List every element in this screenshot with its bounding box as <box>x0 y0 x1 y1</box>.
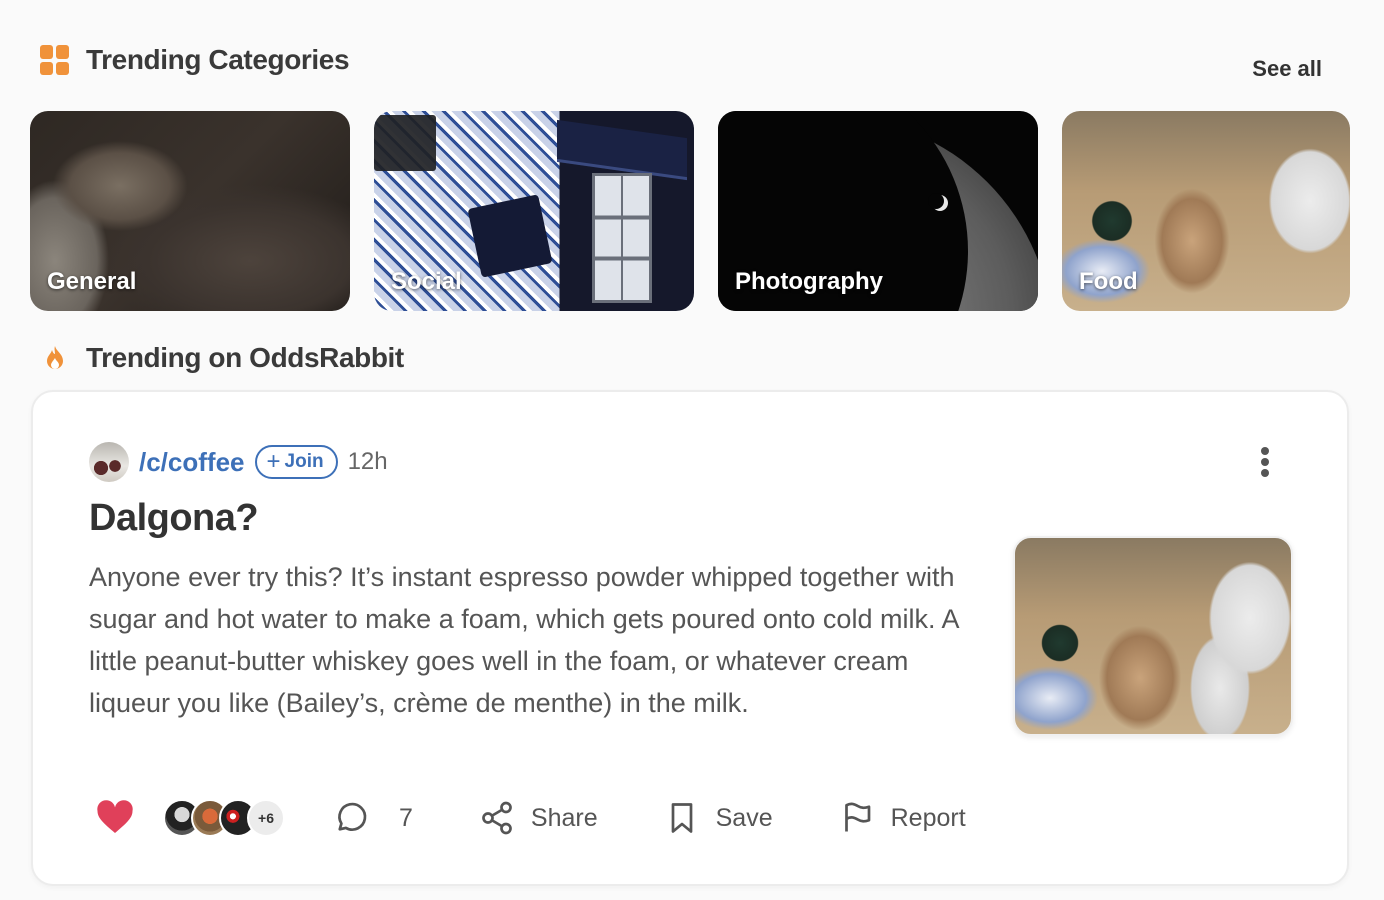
category-card-photography[interactable]: Photography <box>718 111 1038 311</box>
category-label: Photography <box>735 268 883 295</box>
share-button[interactable]: Share <box>479 800 598 836</box>
category-carousel: General Social Photography Food <box>30 111 1350 311</box>
share-icon <box>482 801 512 835</box>
post-card[interactable]: /c/coffee + Join 12h Dalgona? Anyone eve… <box>31 390 1349 886</box>
join-label: Join <box>284 451 324 472</box>
plus-icon: + <box>266 448 281 475</box>
save-label: Save <box>715 803 773 832</box>
post-actions: +6 7 Share Save Report <box>95 796 1032 840</box>
report-button[interactable]: Report <box>839 800 966 836</box>
see-all-link[interactable]: See all <box>1252 56 1322 82</box>
category-card-general[interactable]: General <box>30 111 350 311</box>
community-link[interactable]: /c/coffee <box>139 447 245 478</box>
category-label: Social <box>391 268 462 295</box>
category-card-food[interactable]: Food <box>1062 111 1350 311</box>
trending-feed-header: Trending on OddsRabbit <box>40 342 404 374</box>
community-avatar[interactable] <box>89 442 129 482</box>
flag-icon <box>844 802 870 832</box>
category-label: Food <box>1079 268 1138 295</box>
cafe-awning-image <box>557 119 687 181</box>
bookmark-icon <box>671 803 692 833</box>
post-header: /c/coffee + Join 12h <box>89 442 388 482</box>
report-label: Report <box>890 803 966 832</box>
trending-categories-header: Trending Categories <box>40 44 350 76</box>
kebab-menu-icon[interactable] <box>1253 444 1277 480</box>
join-button[interactable]: + Join <box>254 445 338 479</box>
comment-icon <box>338 802 367 831</box>
trending-feed-title: Trending on OddsRabbit <box>86 342 404 373</box>
share-label: Share <box>530 803 598 832</box>
grid-icon <box>40 45 70 75</box>
category-card-social[interactable]: Social <box>374 111 694 311</box>
liked-by-avatars[interactable]: +6 <box>163 799 285 837</box>
comment-count: 7 <box>399 803 413 832</box>
flame-icon <box>40 343 70 373</box>
post-title: Dalgona? <box>89 497 259 539</box>
trending-categories-title: Trending Categories <box>86 44 350 75</box>
map-popup-image <box>374 115 436 171</box>
cafe-sign-image <box>467 194 553 278</box>
post-time: 12h <box>347 448 388 475</box>
heart-icon[interactable] <box>95 798 135 838</box>
post-thumbnail[interactable] <box>1013 536 1293 736</box>
save-button[interactable]: Save <box>664 800 773 836</box>
more-voters-badge: +6 <box>247 799 285 837</box>
category-label: General <box>47 268 137 295</box>
comments-button[interactable]: 7 <box>333 800 413 836</box>
post-body: Anyone ever try this? It’s instant espre… <box>89 562 958 718</box>
cafe-door-image <box>592 173 652 303</box>
